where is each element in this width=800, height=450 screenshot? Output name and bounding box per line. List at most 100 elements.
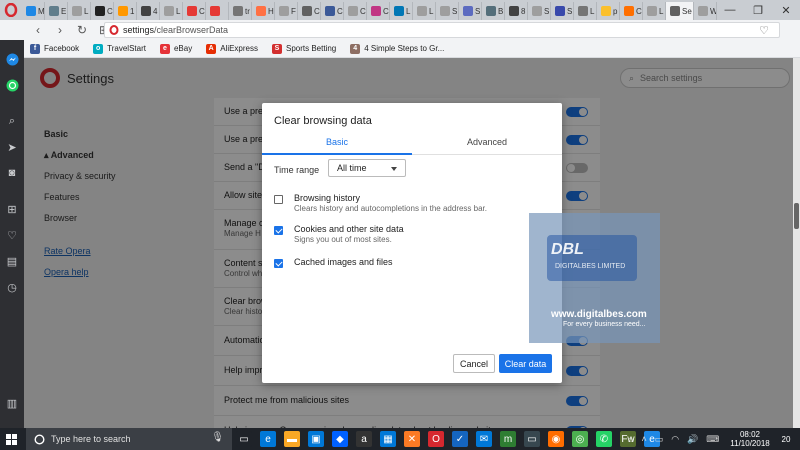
bookmark-item[interactable]: S Sports Betting bbox=[272, 43, 336, 54]
close-icon[interactable]: ✕ bbox=[772, 0, 800, 20]
browser-tab[interactable]: p bbox=[597, 2, 620, 20]
browser-tab[interactable]: C bbox=[344, 2, 367, 20]
device-icon[interactable]: ▭ bbox=[655, 434, 664, 445]
browser-tab[interactable]: L bbox=[643, 2, 666, 20]
browser-tab[interactable]: L bbox=[390, 2, 413, 20]
opera-page-icon bbox=[109, 25, 119, 35]
reload-icon[interactable]: ↻ bbox=[74, 22, 90, 38]
bookmark-favicon-icon: o bbox=[93, 43, 104, 54]
browser-tab[interactable]: L bbox=[413, 2, 436, 20]
bookmark-item[interactable]: e eBay bbox=[159, 43, 192, 54]
browser-tab[interactable]: L bbox=[68, 2, 91, 20]
bookmark-item[interactable]: 44 Simple Steps to Gr... bbox=[350, 43, 444, 54]
opera-menu-icon[interactable] bbox=[4, 3, 18, 17]
mail-icon[interactable]: ✉ bbox=[476, 431, 492, 447]
browser-tab[interactable]: S bbox=[551, 2, 574, 20]
time-range-select[interactable]: All time bbox=[328, 159, 406, 177]
minimize-icon[interactable]: — bbox=[716, 0, 744, 20]
history-icon[interactable]: ◷ bbox=[5, 280, 19, 294]
browser-tab[interactable]: tr bbox=[229, 2, 252, 20]
browser-tab[interactable]: C bbox=[321, 2, 344, 20]
send-icon[interactable]: ➤ bbox=[5, 140, 19, 154]
whatsapp-icon[interactable]: ✆ bbox=[596, 431, 612, 447]
taskbar-search-input[interactable]: Type here to search 🎙 bbox=[26, 428, 232, 450]
browser-tab[interactable]: L bbox=[574, 2, 597, 20]
windows-start-icon[interactable] bbox=[0, 428, 22, 450]
browser-tab[interactable]: Se bbox=[666, 2, 694, 20]
browser-tab[interactable]: L bbox=[160, 2, 183, 20]
task-view-icon[interactable]: ▭ bbox=[236, 431, 252, 447]
screen-icon[interactable]: ▭ bbox=[524, 431, 540, 447]
browser-tab[interactable]: E bbox=[45, 2, 68, 20]
browser-tab[interactable]: H bbox=[252, 2, 275, 20]
browser-tab[interactable]: C bbox=[91, 2, 114, 20]
chrome-icon[interactable]: ◎ bbox=[572, 431, 588, 447]
tab-advanced[interactable]: Advanced bbox=[412, 137, 562, 147]
keyboard-icon[interactable]: ⌨ bbox=[706, 434, 719, 445]
clear-data-button[interactable]: Clear data bbox=[499, 354, 552, 373]
chevron-up-icon[interactable]: ˄ bbox=[641, 434, 646, 444]
browser-tab[interactable]: W bbox=[694, 2, 717, 20]
tab-basic[interactable]: Basic bbox=[262, 137, 412, 147]
browser-tab[interactable]: S bbox=[459, 2, 482, 20]
browsing-history-checkbox[interactable] bbox=[274, 195, 283, 204]
cancel-button[interactable]: Cancel bbox=[453, 354, 495, 373]
store-icon[interactable]: ▣ bbox=[308, 431, 324, 447]
tab-favicon-icon bbox=[532, 6, 542, 16]
firefox-icon[interactable]: ◉ bbox=[548, 431, 564, 447]
browser-tab[interactable]: M bbox=[22, 2, 45, 20]
notification-center-icon[interactable]: 20 bbox=[778, 431, 794, 447]
whatsapp-icon[interactable] bbox=[5, 78, 19, 92]
bookmark-item[interactable]: o TravelStart bbox=[93, 43, 146, 54]
opera-icon[interactable]: O bbox=[428, 431, 444, 447]
volume-icon[interactable]: 🔊 bbox=[687, 434, 698, 445]
messenger-icon[interactable] bbox=[5, 52, 19, 66]
bookmark-favicon-icon: e bbox=[159, 43, 170, 54]
mix-icon[interactable]: m bbox=[500, 431, 516, 447]
browser-tab[interactable]: 4 bbox=[137, 2, 160, 20]
browser-tab[interactable] bbox=[206, 2, 229, 20]
scrollbar-thumb[interactable] bbox=[794, 203, 799, 229]
url-field[interactable]: settings/clearBrowserData ♡ bbox=[104, 22, 780, 38]
browser-tab[interactable]: 8 bbox=[505, 2, 528, 20]
microphone-icon[interactable]: 🎙 bbox=[211, 432, 224, 443]
camera-icon[interactable]: ◙ bbox=[5, 166, 19, 180]
browser-tab[interactable]: C bbox=[298, 2, 321, 20]
network-icon[interactable]: ⌂ bbox=[628, 434, 633, 444]
bookmark-item[interactable]: A AliExpress bbox=[206, 43, 258, 54]
file-explorer-icon[interactable]: ▬ bbox=[284, 431, 300, 447]
edge-icon[interactable]: e bbox=[260, 431, 276, 447]
maximize-icon[interactable]: ❐ bbox=[744, 0, 772, 20]
taskbar-clock[interactable]: 08:02 11/10/2018 bbox=[728, 430, 772, 448]
news-icon[interactable]: ▤ bbox=[5, 254, 19, 268]
photos-icon[interactable]: ▦ bbox=[380, 431, 396, 447]
tab-label: S bbox=[544, 6, 550, 16]
search-icon[interactable]: ⌕ bbox=[5, 114, 19, 128]
browser-tab[interactable]: C bbox=[367, 2, 390, 20]
tab-favicon-icon bbox=[394, 6, 404, 16]
heart-icon[interactable]: ♡ bbox=[759, 24, 769, 37]
browser-tab[interactable]: S bbox=[528, 2, 551, 20]
wifi-icon[interactable]: ◠ bbox=[671, 434, 679, 445]
browser-tab[interactable]: B bbox=[482, 2, 505, 20]
bookmark-item[interactable]: f Facebook bbox=[30, 43, 79, 54]
xampp-icon[interactable]: ✕ bbox=[404, 431, 420, 447]
cached-images-checkbox[interactable] bbox=[274, 259, 283, 268]
speed-dial-icon[interactable]: ⊞ bbox=[5, 202, 19, 216]
browser-tab[interactable]: S bbox=[436, 2, 459, 20]
tab-favicon-icon bbox=[302, 6, 312, 16]
amazon-icon[interactable]: a bbox=[356, 431, 372, 447]
sidebar-toggle-icon[interactable]: ▥ bbox=[5, 396, 19, 410]
tab-label: L bbox=[590, 6, 595, 16]
dropbox-icon[interactable]: ◆ bbox=[332, 431, 348, 447]
forward-icon[interactable]: › bbox=[52, 22, 68, 38]
browser-tab[interactable]: C bbox=[183, 2, 206, 20]
browser-tab[interactable]: C bbox=[620, 2, 643, 20]
browser-tab[interactable]: F bbox=[275, 2, 298, 20]
page-scrollbar[interactable] bbox=[793, 58, 800, 428]
heart-icon[interactable]: ♡ bbox=[5, 228, 19, 242]
browser-tab[interactable]: 1 bbox=[114, 2, 137, 20]
back-icon[interactable]: ‹ bbox=[30, 22, 46, 38]
todo-icon[interactable]: ✓ bbox=[452, 431, 468, 447]
cookies-checkbox[interactable] bbox=[274, 226, 283, 235]
